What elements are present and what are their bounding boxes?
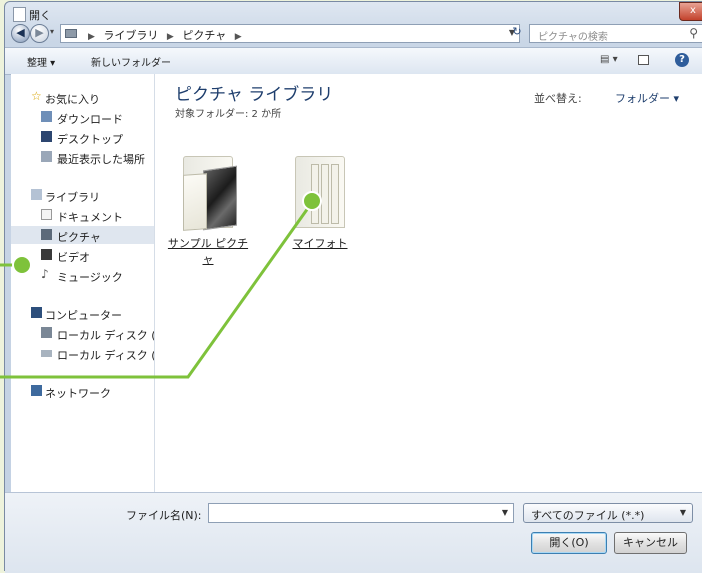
network-icon [31,385,42,396]
library-icon [31,189,42,200]
chevron-right-icon[interactable]: ▶ [235,32,242,42]
sidebar-item-label: デスクトップ [57,133,123,146]
search-input[interactable]: ピクチャの検索 ⚲ [529,24,702,43]
sidebar-item-downloads[interactable]: ダウンロード [11,108,154,126]
back-arrow-icon: ◀ [16,26,25,39]
file-list-pane: ピクチャ ライブラリ 対象フォルダー: 2 か所 並べ替え: フォルダー ▾ サ… [155,74,702,492]
sidebar-item-label: 最近表示した場所 [57,153,145,166]
callout-dot [302,191,322,211]
sidebar-item-label: コンピューター [45,309,122,322]
view-options-icon[interactable]: ▤ ▾ [600,54,618,65]
callout-dot [12,255,32,275]
document-icon [41,209,52,220]
sidebar-item-music[interactable]: ♪ ミュージック [11,266,154,284]
forward-arrow-icon: ▶ [35,26,44,39]
close-button[interactable]: x [679,2,702,21]
filename-input[interactable]: ▼ [208,503,514,523]
sort-dropdown[interactable]: フォルダー ▾ [615,90,679,106]
back-button[interactable]: ◀ [11,24,30,43]
recent-places-icon [41,151,52,162]
file-type-value: すべてのファイル (*.*) [531,509,645,522]
window-title: 開く [29,9,51,22]
new-folder-button[interactable]: 新しいフォルダー [91,54,171,69]
breadcrumb: ▶ ライブラリ ▶ ピクチャ ▶ [83,27,247,43]
folder-name: サンプル ピクチャ [167,237,249,266]
sidebar-item-label: ローカル ディスク ( [57,329,155,342]
file-type-select[interactable]: すべてのファイル (*.*) ▼ [523,503,693,523]
sidebar-item-favorites[interactable]: ☆ お気に入り [11,88,154,106]
photo-thumbnail [203,165,237,231]
video-icon [41,249,52,260]
chevron-right-icon[interactable]: ▶ [88,32,95,42]
cancel-button[interactable]: キャンセル [614,532,687,554]
folder-page [321,164,329,224]
preview-pane-icon[interactable] [638,55,649,65]
navigation-pane: ☆ お気に入り ダウンロード デスクトップ 最近表示した場所 ライブラリ ドキュ… [11,74,155,492]
filename-label: ファイル名(N): [126,509,202,522]
refresh-button[interactable]: ↻ [507,25,527,43]
chevron-right-icon[interactable]: ▶ [167,32,174,42]
sidebar-item-local-disk-c[interactable]: ローカル ディスク ( [11,324,154,342]
refresh-icon: ↻ [512,25,522,38]
drive-icon [41,350,52,357]
sidebar-item-label: お気に入り [45,93,100,106]
sidebar-item-local-disk-d[interactable]: ローカル ディスク ( [11,344,154,362]
open-button[interactable]: 開く(O) [531,532,607,554]
download-folder-icon [41,111,52,122]
star-icon: ☆ [31,89,42,103]
folder-front [183,173,207,231]
sidebar-item-label: ドキュメント [57,211,123,224]
sidebar-item-label: ピクチャ [57,231,101,244]
chevron-down-icon[interactable]: ▼ [502,508,508,517]
sidebar-item-label: ミュージック [57,271,123,284]
sidebar-item-documents[interactable]: ドキュメント [11,206,154,224]
sidebar-item-label: ローカル ディスク ( [57,349,155,362]
sidebar-item-label: ダウンロード [57,113,123,126]
search-placeholder: ピクチャの検索 [538,32,608,43]
sidebar-item-label: ネットワーク [45,387,111,400]
library-locations-link[interactable]: 対象フォルダー: 2 か所 [175,105,281,120]
sidebar-item-libraries[interactable]: ライブラリ [11,186,154,204]
breadcrumb-item[interactable]: ピクチャ [182,29,226,42]
sidebar-item-pictures[interactable]: ピクチャ [11,226,154,244]
folder-name: マイフォト [292,237,348,250]
dialog-footer: ファイル名(N): ▼ すべてのファイル (*.*) ▼ 開く(O) キャンセル [5,492,702,573]
breadcrumb-item[interactable]: ライブラリ [103,29,158,42]
drive-icon [41,327,52,338]
organize-button[interactable]: 整理 ▾ [27,54,55,69]
sort-label: 並べ替え: [534,92,582,105]
recent-pages-dropdown[interactable]: ▾ [50,27,54,36]
page-title: ピクチャ ライブラリ [175,85,334,105]
sidebar-item-recent[interactable]: 最近表示した場所 [11,148,154,166]
close-icon: x [690,5,696,16]
address-bar[interactable]: ▶ ライブラリ ▶ ピクチャ ▶ ▼ [60,24,520,43]
sidebar-item-label: ビデオ [57,251,90,264]
open-file-dialog: 開く x ◀ ▶ ▾ ▶ ライブラリ ▶ ピクチャ ▶ ▼ ↻ ピクチャの検索 … [4,1,702,573]
desktop-icon [41,131,52,142]
search-icon[interactable]: ⚲ [689,26,698,40]
sidebar-item-computer[interactable]: コンピューター [11,304,154,322]
help-icon[interactable]: ? [675,53,689,67]
picture-icon [41,229,52,240]
sidebar-item-videos[interactable]: ビデオ [11,246,154,264]
music-icon: ♪ [41,267,49,281]
forward-button[interactable]: ▶ [30,24,49,43]
document-icon [13,7,26,22]
sidebar-item-network[interactable]: ネットワーク [11,382,154,400]
chevron-down-icon: ▼ [679,508,686,517]
folder-page [331,164,339,224]
sidebar-item-label: ライブラリ [45,191,100,204]
computer-icon [31,307,42,318]
sidebar-item-desktop[interactable]: デスクトップ [11,128,154,146]
address-row: ◀ ▶ ▾ ▶ ライブラリ ▶ ピクチャ ▶ ▼ ↻ ピクチャの検索 ⚲ [5,22,702,48]
library-icon [65,29,77,38]
command-bar: 整理 ▾ 新しいフォルダー ▤ ▾ ? [5,47,702,75]
